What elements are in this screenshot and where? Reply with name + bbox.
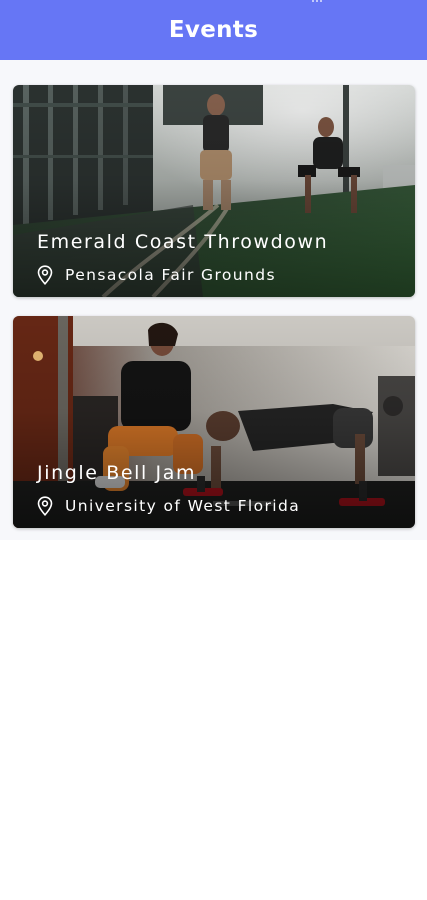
event-card[interactable]: Emerald Coast Throwdown Pensacola Fair G… — [13, 85, 415, 297]
event-location-label: University of West Florida — [65, 497, 301, 515]
app-bar: Events — [0, 0, 427, 60]
map-pin-icon — [37, 496, 53, 516]
event-location: University of West Florida — [37, 496, 300, 516]
event-name: Jingle Bell Jam — [37, 462, 197, 484]
status-indicator — [312, 0, 326, 3]
page-title: Events — [168, 17, 259, 43]
map-pin-icon — [37, 265, 53, 285]
event-location: Pensacola Fair Grounds — [37, 265, 276, 285]
event-name: Emerald Coast Throwdown — [37, 231, 329, 253]
event-location-label: Pensacola Fair Grounds — [65, 266, 276, 284]
event-card[interactable]: Jingle Bell Jam University of West Flori… — [13, 316, 415, 528]
